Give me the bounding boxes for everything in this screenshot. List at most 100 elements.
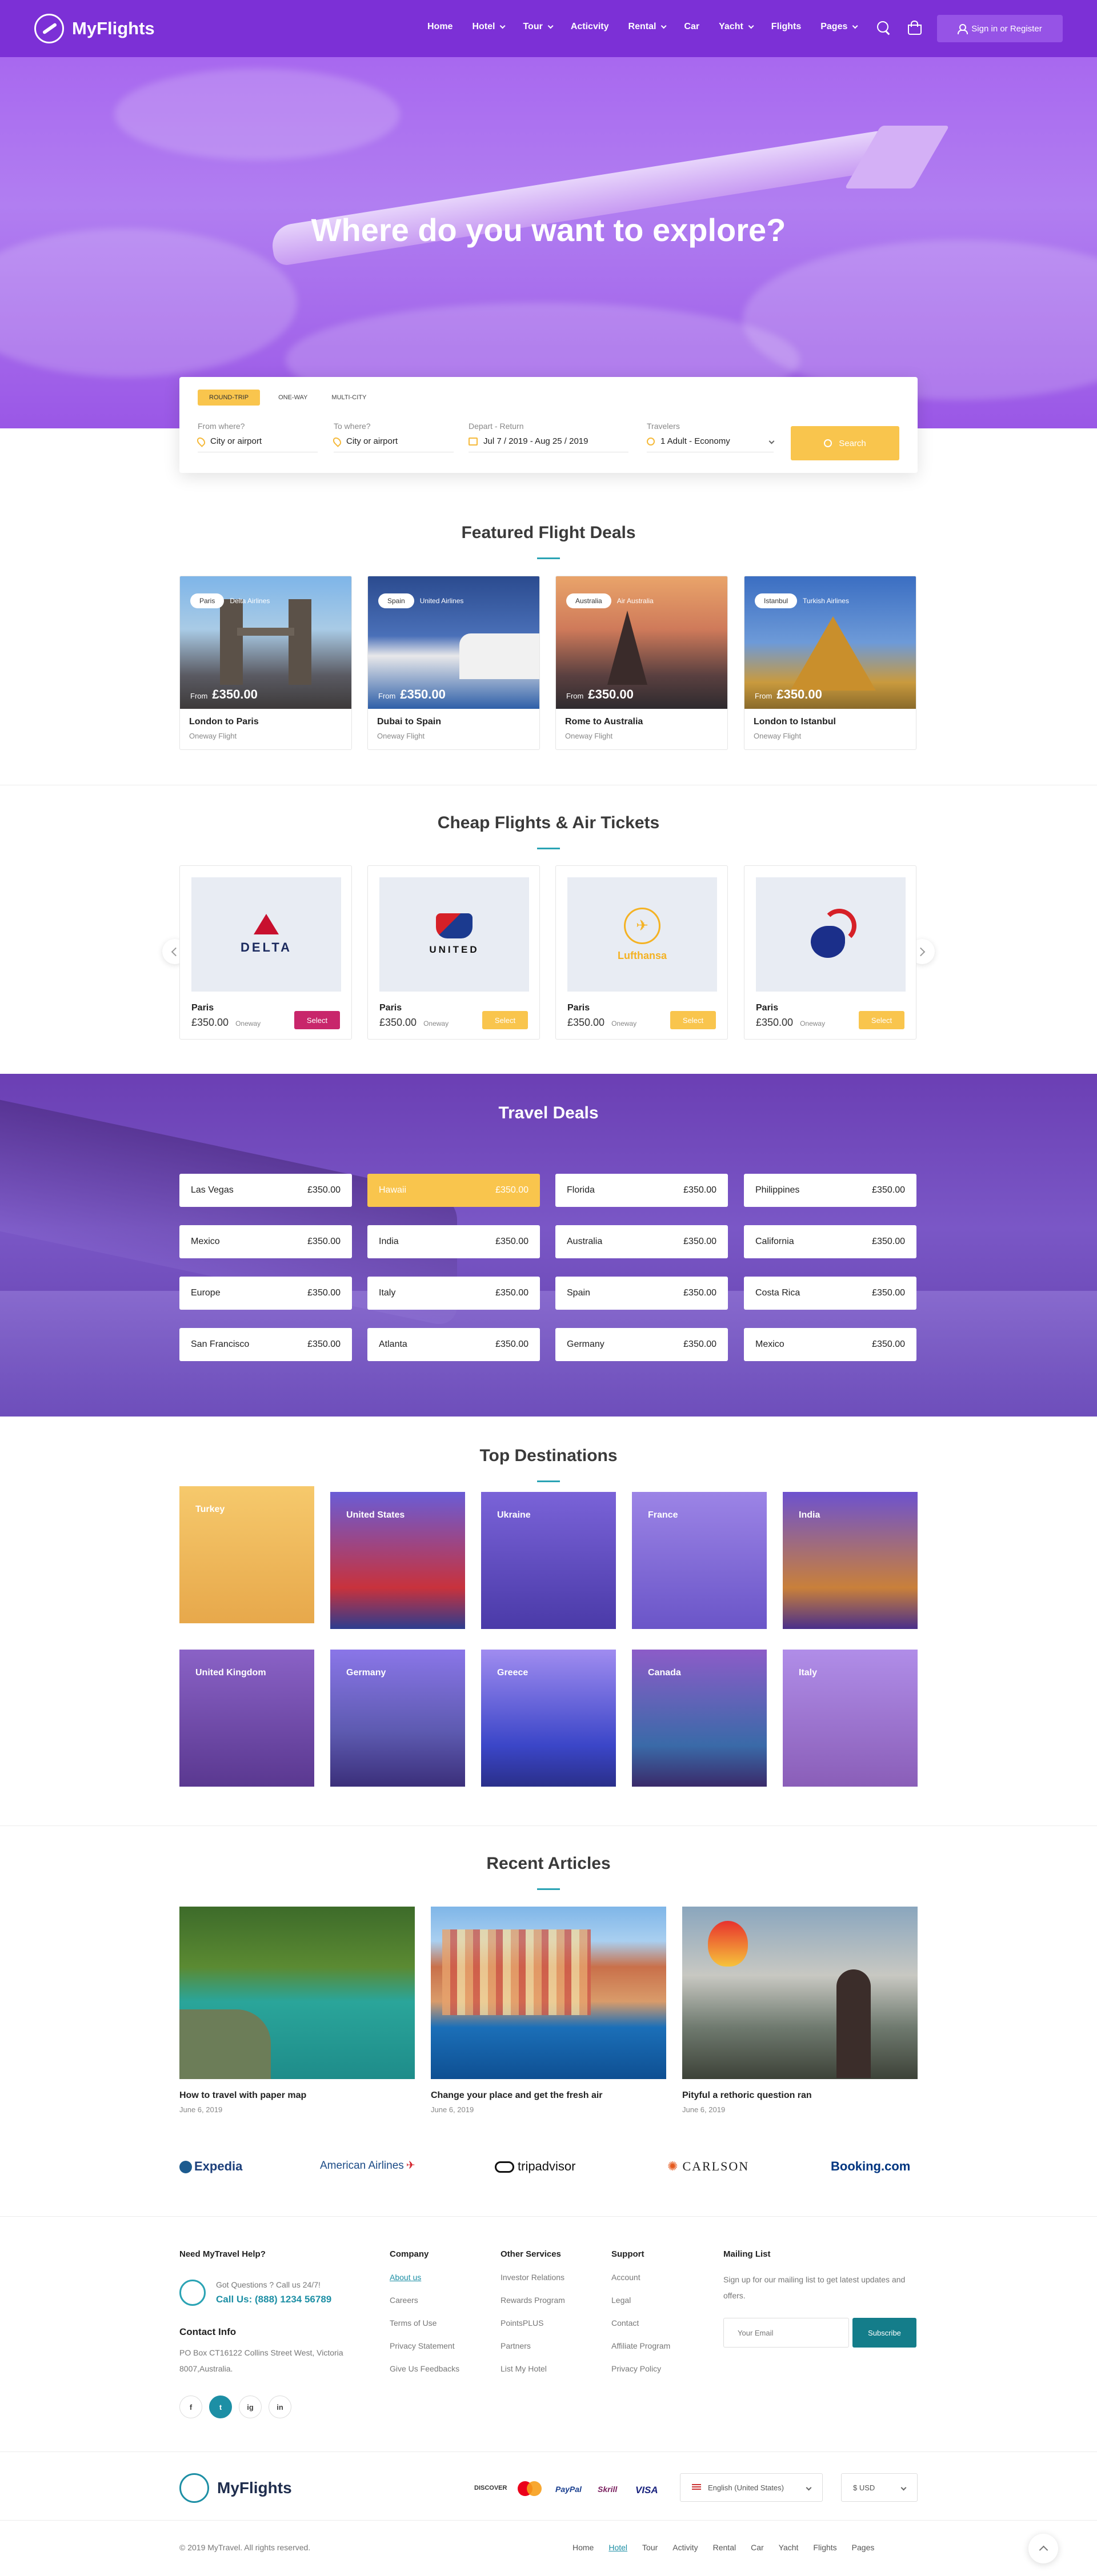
travel-deal-item[interactable]: Germany £350.00 xyxy=(555,1328,728,1361)
airline-card[interactable]: UNITED Paris £350.00 Oneway Select xyxy=(367,865,540,1040)
travel-deal-item[interactable]: Italy £350.00 xyxy=(367,1277,540,1310)
footer-link[interactable]: Privacy Policy xyxy=(611,2364,670,2373)
deal-card[interactable]: Istanbul Turkish Airlines From £350.00 Lon… xyxy=(744,576,916,750)
destination-card[interactable]: Italy xyxy=(783,1650,918,1787)
footer-nav-pages[interactable]: Pages xyxy=(852,2543,875,2552)
select-button[interactable]: Select xyxy=(670,1011,716,1029)
footer-nav-tour[interactable]: Tour xyxy=(642,2543,658,2552)
footer-link[interactable]: Give Us Feedbacks xyxy=(390,2364,459,2373)
article-title[interactable]: Pityful a rethoric question ran xyxy=(682,2091,918,2101)
nav-home[interactable]: Home xyxy=(427,22,453,32)
footer-link[interactable]: List My Hotel xyxy=(501,2364,565,2373)
instagram-icon[interactable]: ig xyxy=(239,2396,262,2418)
from-field[interactable]: From where? City or airport xyxy=(195,422,318,452)
brand-booking[interactable]: Booking.com xyxy=(831,2159,910,2174)
search-icon[interactable] xyxy=(875,19,892,37)
nav-car[interactable]: Car xyxy=(684,22,699,32)
back-to-top-button[interactable] xyxy=(1028,2534,1058,2563)
tab-round-trip[interactable]: ROUND-TRIP xyxy=(198,390,261,406)
destination-card[interactable]: United States xyxy=(330,1492,465,1629)
linkedin-icon[interactable]: in xyxy=(269,2396,291,2418)
footer-nav-activity[interactable]: Activity xyxy=(672,2543,698,2552)
deal-card[interactable]: Australia Air Australia From £350.00 Rome … xyxy=(555,576,728,750)
to-field[interactable]: To where? City or airport xyxy=(331,422,454,452)
signin-button[interactable]: Sign in or Register xyxy=(937,15,1063,42)
travel-deal-item[interactable]: Florida £350.00 xyxy=(555,1174,728,1207)
travel-deal-item[interactable]: San Francisco £350.00 xyxy=(179,1328,352,1361)
footer-logo[interactable]: MyFlights xyxy=(179,2473,292,2503)
currency-select[interactable]: $ USD xyxy=(841,2473,918,2502)
travel-deal-item[interactable]: California £350.00 xyxy=(744,1225,916,1258)
help-phone[interactable]: Call Us: (888) 1234 56789 xyxy=(216,2294,331,2305)
select-button[interactable]: Select xyxy=(859,1011,904,1029)
nav-flights[interactable]: Flights xyxy=(771,22,801,32)
destination-card[interactable]: United Kingdom xyxy=(179,1650,314,1787)
footer-nav-car[interactable]: Car xyxy=(751,2543,764,2552)
footer-link[interactable]: About us xyxy=(390,2273,459,2282)
footer-link[interactable]: Account xyxy=(611,2273,670,2282)
footer-link[interactable]: Careers xyxy=(390,2296,459,2305)
deal-card[interactable]: Spain United Airlines From £350.00 Dubai t… xyxy=(367,576,540,750)
tab-one-way[interactable]: ONE-WAY xyxy=(273,390,313,406)
footer-link[interactable]: Rewards Program xyxy=(501,2296,565,2305)
article-card[interactable]: Change your place and get the fresh air … xyxy=(431,1907,666,2114)
brand-american-airlines[interactable]: American Airlines ✈ xyxy=(320,2159,415,2172)
travel-deal-item[interactable]: Hawaii £350.00 xyxy=(367,1174,540,1207)
travel-deal-item[interactable]: Philippines £350.00 xyxy=(744,1174,916,1207)
date-field[interactable]: Depart - Return Jul 7 / 2019 - Aug 25 / … xyxy=(469,422,628,452)
destination-card[interactable]: France xyxy=(632,1492,767,1629)
airline-card[interactable]: ✈ Lufthansa Paris £350.00 Oneway Select xyxy=(555,865,728,1040)
tab-multi-city[interactable]: MULTI-CITY xyxy=(326,390,372,406)
nav-pages[interactable]: Pages xyxy=(820,22,858,32)
destination-card[interactable]: India xyxy=(783,1492,918,1629)
article-card[interactable]: How to travel with paper map June 6, 201… xyxy=(179,1907,415,2114)
cart-icon[interactable] xyxy=(906,19,923,37)
article-card[interactable]: Pityful a rethoric question ran June 6, … xyxy=(682,1907,918,2114)
footer-link[interactable]: Legal xyxy=(611,2296,670,2305)
language-select[interactable]: English (United States) xyxy=(680,2473,823,2502)
deal-card[interactable]: Paris Delta Airlines From £350.00 London t… xyxy=(179,576,352,750)
nav-tour[interactable]: Tour xyxy=(523,22,554,32)
brand-carlson[interactable]: ✺ CARLSON xyxy=(667,2159,749,2174)
nav-yacht[interactable]: Yacht xyxy=(719,22,754,32)
footer-nav-rental[interactable]: Rental xyxy=(713,2543,736,2552)
footer-link[interactable]: Affiliate Program xyxy=(611,2341,670,2350)
footer-link[interactable]: Contact xyxy=(611,2318,670,2328)
search-button[interactable]: Search xyxy=(791,426,899,460)
select-button[interactable]: Select xyxy=(482,1011,528,1029)
destination-card[interactable]: Turkey xyxy=(179,1486,314,1623)
brand-tripadvisor[interactable]: tripadvisor xyxy=(495,2159,575,2174)
travel-deal-item[interactable]: Mexico £350.00 xyxy=(744,1328,916,1361)
destination-card[interactable]: Germany xyxy=(330,1650,465,1787)
site-logo[interactable]: MyFlights xyxy=(34,14,155,43)
select-button[interactable]: Select xyxy=(294,1011,340,1029)
travel-deal-item[interactable]: Spain £350.00 xyxy=(555,1277,728,1310)
footer-nav-flights[interactable]: Flights xyxy=(813,2543,836,2552)
airline-card[interactable]: DELTA Paris £350.00 Oneway Select xyxy=(179,865,352,1040)
subscribe-button[interactable]: Subscribe xyxy=(852,2318,916,2348)
travel-deal-item[interactable]: Costa Rica £350.00 xyxy=(744,1277,916,1310)
article-title[interactable]: Change your place and get the fresh air xyxy=(431,2091,666,2101)
footer-link[interactable]: PointsPLUS xyxy=(501,2318,565,2328)
travel-deal-item[interactable]: Australia £350.00 xyxy=(555,1225,728,1258)
nav-hotel[interactable]: Hotel xyxy=(472,22,506,32)
destination-card[interactable]: Greece xyxy=(481,1650,616,1787)
nav-activity[interactable]: Acticvity xyxy=(571,22,609,32)
travel-deal-item[interactable]: Las Vegas £350.00 xyxy=(179,1174,352,1207)
footer-link[interactable]: Partners xyxy=(501,2341,565,2350)
brand-expedia[interactable]: Expedia xyxy=(179,2159,242,2174)
travel-deal-item[interactable]: India £350.00 xyxy=(367,1225,540,1258)
article-title[interactable]: How to travel with paper map xyxy=(179,2091,415,2101)
facebook-icon[interactable]: f xyxy=(179,2396,202,2418)
email-input[interactable] xyxy=(723,2318,849,2348)
footer-nav-home[interactable]: Home xyxy=(572,2543,594,2552)
travel-deal-item[interactable]: Mexico £350.00 xyxy=(179,1225,352,1258)
twitter-icon[interactable]: t xyxy=(209,2396,232,2418)
footer-nav-hotel[interactable]: Hotel xyxy=(608,2543,627,2552)
footer-link[interactable]: Privacy Statement xyxy=(390,2341,459,2350)
destination-card[interactable]: Ukraine xyxy=(481,1492,616,1629)
airline-card[interactable]: Paris £350.00 Oneway Select xyxy=(744,865,916,1040)
travel-deal-item[interactable]: Atlanta £350.00 xyxy=(367,1328,540,1361)
footer-nav-yacht[interactable]: Yacht xyxy=(779,2543,799,2552)
destination-card[interactable]: Canada xyxy=(632,1650,767,1787)
